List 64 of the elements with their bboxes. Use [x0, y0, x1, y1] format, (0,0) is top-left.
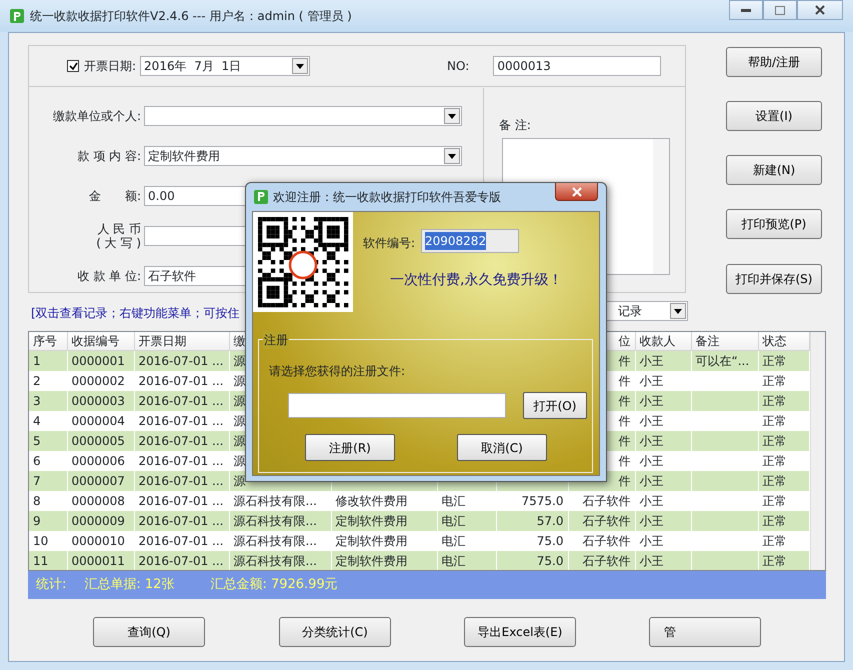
table-cell: 5 [29, 430, 67, 450]
table-cell: 正常 [758, 510, 809, 530]
field-label: 款 项 内 容: [76, 148, 142, 164]
table-cell: 小王 [635, 430, 691, 450]
table-cell: 正常 [758, 430, 809, 450]
field-label: 人 民 币 ( 大 写 ) [95, 222, 142, 250]
column-header: 收款人 [635, 332, 691, 350]
table-cell: 石子软件 [568, 510, 635, 530]
table-cell: 11 [29, 550, 67, 570]
table-cell: 2016-07-01 ... [134, 350, 229, 370]
table-cell: 75.0 [496, 550, 568, 570]
table-cell: 0000011 [67, 550, 134, 570]
field-label: 收 款 单 位: [76, 268, 142, 284]
remark-label: 备 注: [499, 117, 531, 134]
table-cell: 正常 [758, 470, 809, 490]
table-cell: 电汇 [437, 550, 496, 570]
summary-total: 汇总金额: 7926.99元 [210, 576, 338, 594]
table-cell: 0000003 [67, 390, 134, 410]
table-cell: 2016-07-01 ... [134, 430, 229, 450]
field-label: 金 额: [88, 188, 142, 204]
table-cell: 7 [29, 470, 67, 490]
table-cell: 正常 [758, 390, 809, 410]
table-cell: 3 [29, 390, 67, 410]
table-cell: 2016-07-01 ... [134, 550, 229, 570]
table-cell: 2016-07-01 ... [134, 510, 229, 530]
hint-text: [双击查看记录；右键功能菜单；可按住 [31, 305, 240, 322]
dialog-title: 欢迎注册：统一收款收据打印软件吾爱专版 [273, 188, 501, 206]
summary-count: 汇总单据: 12张 [84, 576, 174, 594]
column-header: 开票日期 [134, 332, 229, 350]
table-cell: 石子软件 [568, 550, 635, 570]
column-header: 备注 [691, 332, 758, 350]
table-cell: 0000001 [67, 350, 134, 370]
table-cell: 57.0 [496, 510, 568, 530]
window-title: 统一收款收据打印软件V2.4.6 --- 用户名：admin ( 管理员 ) [30, 8, 352, 25]
table-cell: 源石科技有限... [229, 550, 331, 570]
table-cell: 2016-07-01 ... [134, 390, 229, 410]
table-cell: 正常 [758, 350, 809, 370]
table-cell: 小王 [635, 390, 691, 410]
table-cell: 定制软件费用 [331, 550, 437, 570]
slogan-text: 一次性付费,永久免费升级！ [390, 271, 562, 290]
table-cell: 0000005 [67, 430, 134, 450]
table-cell: 可以在“... [691, 350, 758, 370]
no-label: NO: [447, 58, 470, 75]
column-header: 收据编号 [67, 332, 134, 350]
date-label: 开票日期: [84, 58, 136, 75]
table-cell: 1 [29, 350, 67, 370]
table-cell: 小王 [635, 550, 691, 570]
table-cell: 9 [29, 510, 67, 530]
table-cell: 源石科技有限... [229, 510, 331, 530]
table-cell: 2016-07-01 ... [134, 470, 229, 490]
table-cell: 电汇 [437, 510, 496, 530]
table-cell: 定制软件费用 [331, 510, 437, 530]
group-label: 注册 [263, 331, 289, 349]
summary-label: 统计: [36, 576, 66, 594]
column-header: 序号 [29, 332, 67, 350]
table-cell: 小王 [635, 510, 691, 530]
table-cell: 0000007 [67, 470, 134, 490]
table-cell: 小王 [635, 470, 691, 490]
field-label: 缴款单位或个人: [52, 108, 142, 124]
table-cell: 0000009 [67, 510, 134, 530]
table-cell: 小王 [635, 350, 691, 370]
serial-label: 软件编号: [363, 235, 416, 252]
table-cell: 正常 [758, 550, 809, 570]
column-header: 状态 [758, 332, 809, 350]
